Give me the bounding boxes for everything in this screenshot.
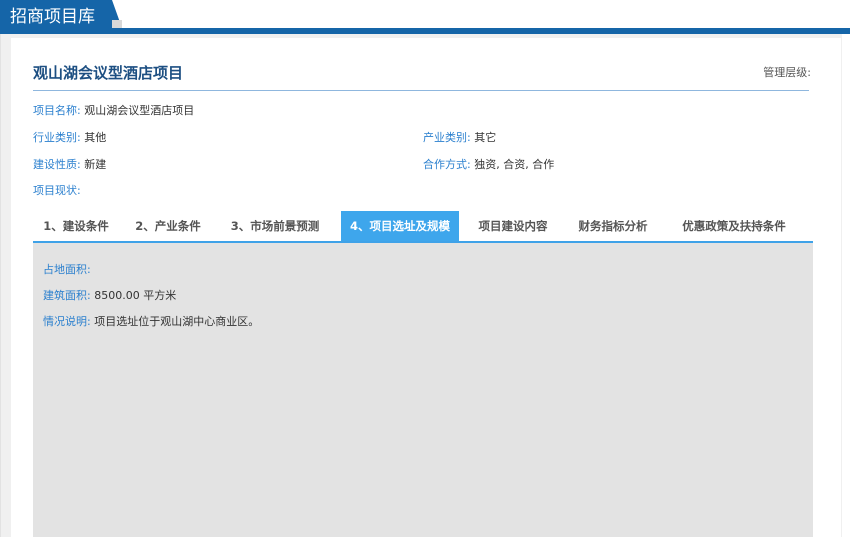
tab-construction-conditions[interactable]: 1、建设条件	[33, 211, 119, 241]
field-label: 行业类别:	[33, 131, 81, 144]
field-cooperation: 合作方式: 独资, 合资, 合作	[423, 156, 554, 172]
tab-content: 占地面积: 建筑面积: 8500.00 平方米 情况说明: 项目选址位于观山湖中…	[33, 243, 813, 537]
management-level-label: 管理层级:	[763, 66, 811, 79]
detail-label: 情况说明:	[43, 315, 91, 328]
field-project-name: 项目名称: 观山湖会议型酒店项目	[33, 102, 194, 118]
tab-industry-conditions[interactable]: 2、产业条件	[125, 211, 211, 241]
field-label: 产业类别:	[423, 131, 471, 144]
detail-value: 8500.00 平方米	[94, 289, 177, 302]
detail-label: 占地面积:	[43, 263, 91, 276]
field-label: 建设性质:	[33, 158, 81, 171]
top-banner: 招商项目库	[0, 0, 850, 36]
field-sector: 产业类别: 其它	[423, 129, 496, 145]
detail-value: 项目选址位于观山湖中心商业区。	[94, 315, 260, 328]
field-label: 合作方式:	[423, 158, 471, 171]
tab-financial-analysis[interactable]: 财务指标分析	[569, 211, 657, 241]
field-value: 独资, 合资, 合作	[474, 158, 555, 171]
tab-site-and-scale[interactable]: 4、项目选址及规模	[341, 211, 459, 241]
field-label: 项目名称:	[33, 104, 81, 117]
field-value: 其它	[474, 131, 497, 144]
field-label: 项目现状:	[33, 184, 81, 197]
banner-shadow	[112, 20, 122, 28]
detail-building-area: 建筑面积: 8500.00 平方米	[43, 287, 176, 303]
tab-construction-content[interactable]: 项目建设内容	[469, 211, 557, 241]
section-title: 招商项目库	[0, 0, 112, 34]
tab-incentive-policies[interactable]: 优惠政策及扶持条件	[669, 211, 799, 241]
tab-market-forecast[interactable]: 3、市场前景预测	[219, 211, 331, 241]
field-value: 观山湖会议型酒店项目	[84, 104, 195, 117]
field-value: 其他	[84, 131, 107, 144]
title-divider	[33, 90, 809, 91]
project-title: 观山湖会议型酒店项目	[33, 64, 184, 82]
field-value: 新建	[84, 158, 107, 171]
detail-label: 建筑面积:	[43, 289, 91, 302]
content-panel: 观山湖会议型酒店项目 管理层级: 项目名称: 观山湖会议型酒店项目 行业类别: …	[0, 34, 842, 537]
project-card: 观山湖会议型酒店项目 管理层级: 项目名称: 观山湖会议型酒店项目 行业类别: …	[11, 38, 841, 537]
detail-tabs: 1、建设条件 2、产业条件 3、市场前景预测 4、项目选址及规模 项目建设内容 …	[33, 211, 813, 243]
detail-description: 情况说明: 项目选址位于观山湖中心商业区。	[43, 313, 259, 329]
field-construction: 建设性质: 新建	[33, 156, 106, 172]
detail-land-area: 占地面积:	[43, 261, 91, 277]
field-industry: 行业类别: 其他	[33, 129, 106, 145]
field-status: 项目现状:	[33, 182, 81, 198]
